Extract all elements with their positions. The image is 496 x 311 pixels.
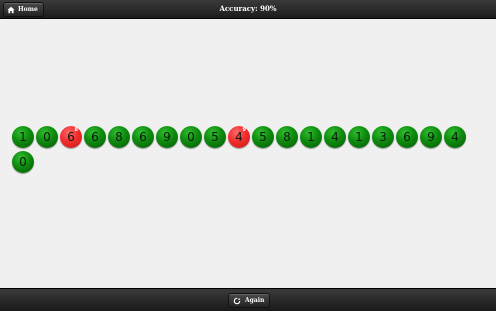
digit-value: 5	[211, 130, 219, 144]
digit-ball: 6	[132, 126, 154, 148]
digit-correction: 8	[74, 127, 78, 133]
digit-value: 9	[163, 130, 171, 144]
digit-ball: 1	[300, 126, 322, 148]
digit-ball-wrong: 49	[228, 126, 250, 148]
digit-ball: 4	[444, 126, 466, 148]
digit-ball: 8	[108, 126, 130, 148]
top-bar: Home Accuracy: 90%	[0, 0, 496, 19]
digit-value: 5	[259, 130, 267, 144]
home-icon	[7, 6, 15, 13]
digit-value: 6	[91, 130, 99, 144]
digit-ball: 1	[12, 126, 34, 148]
digit-ball-wrong: 68	[60, 126, 82, 148]
refresh-icon	[233, 297, 241, 304]
digit-value: 4	[451, 130, 459, 144]
digit-ball: 0	[36, 126, 58, 148]
digit-value: 3	[379, 130, 387, 144]
digit-value: 8	[115, 130, 123, 144]
digit-ball: 8	[276, 126, 298, 148]
digit-ball: 0	[12, 151, 34, 173]
digit-value: 0	[187, 130, 195, 144]
digit-ball: 9	[156, 126, 178, 148]
accuracy-label: Accuracy: 90%	[219, 4, 277, 13]
digit-value: 1	[355, 130, 363, 144]
home-label: Home	[18, 6, 38, 13]
digit-ball: 9	[420, 126, 442, 148]
digit-value: 8	[283, 130, 291, 144]
digit-ball: 5	[252, 126, 274, 148]
digit-value: 6	[139, 130, 147, 144]
digit-sequence: 1068686905495814136940	[12, 126, 487, 173]
digit-ball: 6	[84, 126, 106, 148]
digit-ball: 1	[348, 126, 370, 148]
digit-ball: 4	[324, 126, 346, 148]
again-label: Again	[245, 297, 265, 304]
bottom-bar: Again	[0, 288, 496, 311]
digit-value: 6	[403, 130, 411, 144]
digit-correction: 9	[242, 127, 246, 133]
digit-value: 4	[331, 130, 339, 144]
digit-ball: 5	[204, 126, 226, 148]
digit-value: 0	[19, 155, 27, 169]
home-button[interactable]: Home	[3, 2, 44, 17]
digit-value: 1	[19, 130, 27, 144]
digit-value: 0	[43, 130, 51, 144]
digit-ball: 0	[180, 126, 202, 148]
digit-ball: 3	[372, 126, 394, 148]
digit-ball: 6	[396, 126, 418, 148]
digit-value: 9	[427, 130, 435, 144]
again-button[interactable]: Again	[228, 293, 271, 308]
digit-value: 1	[307, 130, 315, 144]
